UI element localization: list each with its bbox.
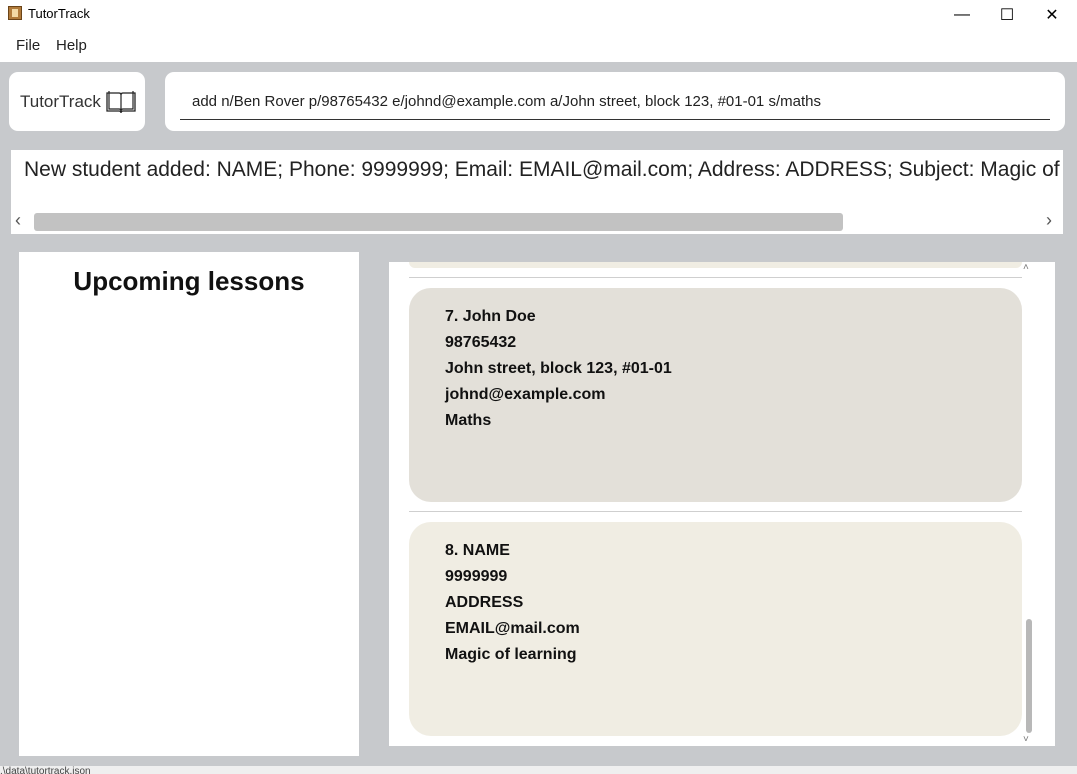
- student-address: ADDRESS: [445, 594, 524, 611]
- student-address: John street, block 123, #01-01: [445, 360, 672, 377]
- command-input[interactable]: [180, 84, 1050, 120]
- open-book-icon: [106, 91, 136, 114]
- scroll-down-icon[interactable]: ˅: [1023, 734, 1029, 745]
- student-index-name: 8. NAME: [445, 542, 510, 559]
- student-phone: 98765432: [445, 334, 517, 351]
- app-icon: [8, 6, 22, 20]
- maximize-button[interactable]: ☐: [984, 0, 1030, 30]
- student-subject: Magic of learning: [445, 646, 577, 663]
- minimize-button[interactable]: —: [939, 0, 985, 30]
- student-email: johnd@example.com: [445, 386, 606, 403]
- scroll-right-icon[interactable]: ›: [1046, 210, 1052, 231]
- window-title: TutorTrack: [28, 6, 90, 21]
- menu-file[interactable]: File: [14, 37, 42, 54]
- list-divider: [409, 511, 1022, 512]
- student-index-name: 7. John Doe: [445, 308, 536, 325]
- menu-help[interactable]: Help: [54, 37, 89, 54]
- scroll-left-icon[interactable]: ‹: [15, 210, 21, 231]
- list-divider: [409, 277, 1022, 278]
- student-subject: Maths: [445, 412, 492, 429]
- close-button[interactable]: ✕: [1029, 0, 1075, 30]
- result-text: New student added: NAME; Phone: 9999999;…: [24, 158, 1064, 181]
- scroll-up-icon[interactable]: ˄: [1023, 262, 1029, 273]
- title-bar: [0, 0, 1077, 30]
- student-phone: 9999999: [445, 568, 508, 585]
- lessons-title: Upcoming lessons: [73, 266, 305, 296]
- vertical-scroll-thumb[interactable]: [1026, 619, 1032, 733]
- menu-bar: [0, 30, 1077, 62]
- list-item-partial: [409, 262, 1022, 268]
- lessons-panel: [19, 252, 359, 756]
- horizontal-scroll-thumb[interactable]: [34, 213, 843, 231]
- student-email: EMAIL@mail.com: [445, 620, 580, 637]
- status-bar: .\data\tutortrack.json: [0, 766, 1077, 774]
- brand-label: TutorTrack: [20, 92, 101, 111]
